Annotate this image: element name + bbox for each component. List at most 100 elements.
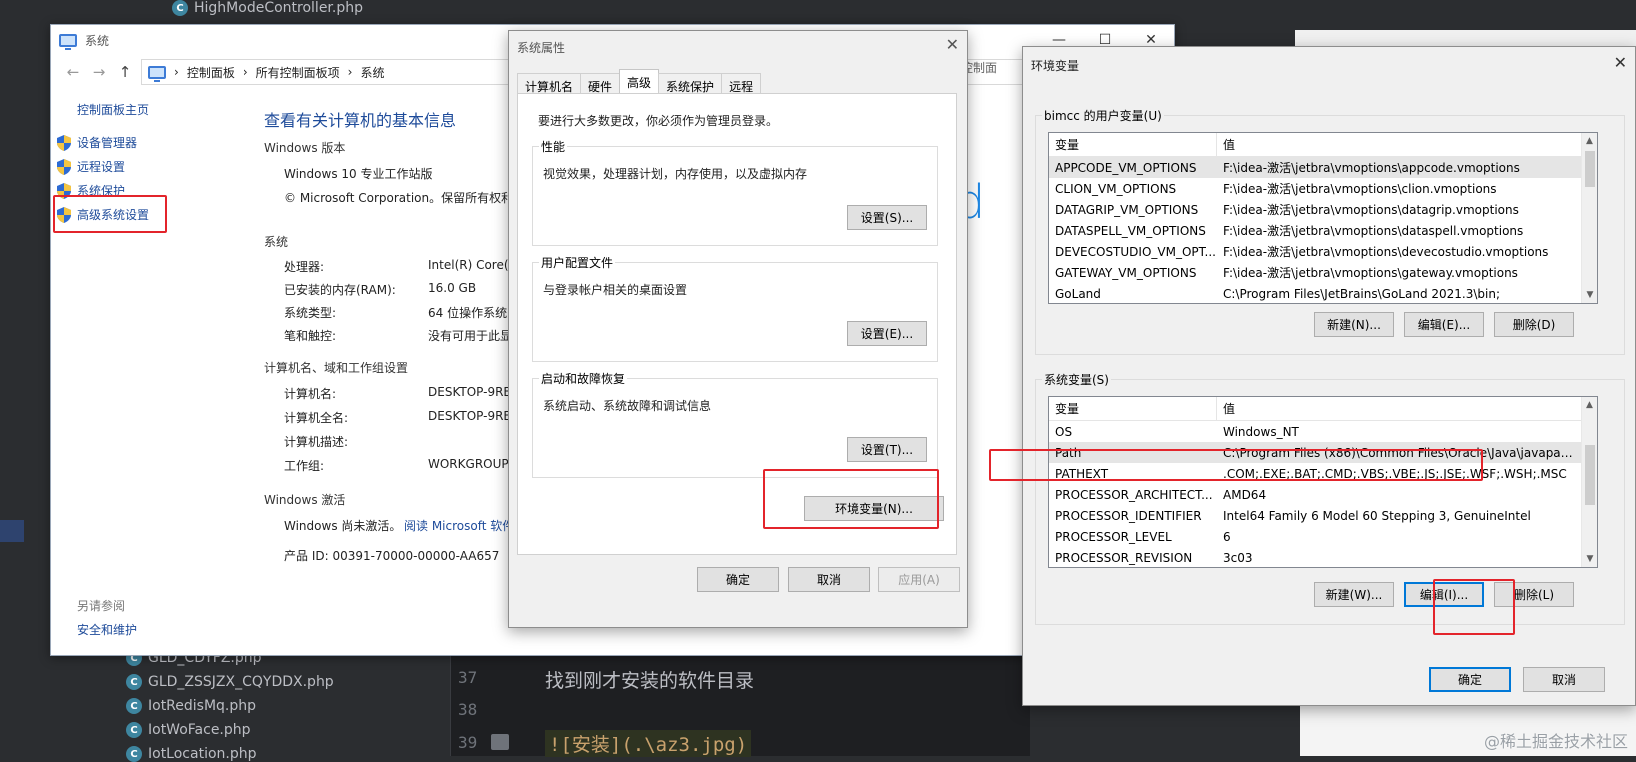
forward-icon[interactable]: → [89,63,109,81]
var-value: .COM;.EXE;.BAT;.CMD;.VBS;.VBE;.JS;.JSE;.… [1223,466,1567,481]
scroll-up-icon[interactable]: ▲ [1582,397,1597,413]
list-item[interactable]: APPCODE_VM_OPTIONS F:\idea-激活\jetbra\vmop… [1049,157,1597,178]
list-item[interactable]: PROCESSOR_REVISION 3c03 [1049,547,1597,567]
list-item[interactable]: PROCESSOR_IDENTIFIER Intel64 Family 6 Mod… [1049,505,1597,526]
close-icon[interactable]: ✕ [1614,53,1627,72]
chevron-right-icon[interactable]: › [348,65,353,79]
user-edit-button[interactable]: 编辑(E)... [1404,312,1484,337]
var-value: Windows_NT [1223,424,1299,439]
column-header-variable[interactable]: 变量 [1049,133,1217,156]
group-description: 与登录帐户相关的桌面设置 [543,283,688,297]
computer-icon [148,65,166,82]
license-terms-link[interactable]: 阅读 Microsoft 软件 [404,517,514,534]
list-item-path[interactable]: Path C:\Program Files (x86)\Common Files\… [1049,442,1597,463]
performance-group: 性能 视觉效果，处理器计划，内存使用，以及虚拟内存 设置(S)... [532,138,938,246]
var-name: PROCESSOR_IDENTIFIER [1055,508,1202,523]
vertical-scrollbar[interactable]: ▲ ▼ [1581,397,1597,567]
chevron-right-icon[interactable]: › [243,65,248,79]
sidebar-item-label: 高级系统设置 [77,208,150,222]
column-header-value[interactable]: 值 [1217,133,1235,156]
list-item[interactable]: OS Windows_NT [1049,421,1597,442]
breadcrumb-item[interactable]: 系统 [360,64,384,81]
info-value: WORKGROUP [428,457,509,471]
system-delete-button[interactable]: 删除(L) [1494,582,1574,607]
startup-settings-button[interactable]: 设置(T)... [847,437,927,462]
list-item[interactable]: PATHEXT .COM;.EXE;.BAT;.CMD;.VBS;.VBE;.JS… [1049,463,1597,484]
group-legend: 启动和故障恢复 [539,370,628,387]
tab-hardware[interactable]: 硬件 [580,73,621,95]
env-cancel-button[interactable]: 取消 [1523,667,1605,692]
system-variables-list[interactable]: 变量 值 OS Windows_NT Path C:\Program Files (… [1048,396,1598,568]
scroll-up-icon[interactable]: ▲ [1582,133,1597,149]
list-item[interactable]: PROCESSOR_LEVEL 6 [1049,526,1597,547]
profiles-settings-button[interactable]: 设置(E)... [847,321,927,346]
var-value: 6 [1223,529,1231,544]
image-preview-icon[interactable] [491,734,509,750]
back-icon[interactable]: ← [63,63,83,81]
line-number: 38 [458,700,478,719]
user-delete-button[interactable]: 删除(D) [1494,312,1574,337]
scroll-down-icon[interactable]: ▼ [1582,551,1597,567]
breadcrumb-item[interactable]: 所有控制面板项 [256,64,340,81]
var-value: F:\idea-激活\jetbra\vmoptions\clion.vmopti… [1223,182,1497,196]
php-class-icon: C [126,674,142,690]
env-ok-button[interactable]: 确定 [1429,667,1511,692]
info-key: 处理器: [284,260,325,274]
list-item[interactable]: PROCESSOR_ARCHITECT... AMD64 [1049,484,1597,505]
see-also-label: 另请参阅 [77,599,126,613]
list-item[interactable]: DATAGRIP_VM_OPTIONS F:\idea-激活\jetbra\vmo… [1049,199,1597,220]
var-value: F:\idea-激活\jetbra\vmoptions\dataspell.vm… [1223,224,1524,238]
tab-computer-name[interactable]: 计算机名 [517,73,582,95]
var-name: Path [1055,445,1082,460]
group-legend: 系统变量(S) [1042,371,1111,388]
list-item[interactable]: GATEWAY_VM_OPTIONS F:\idea-激活\jetbra\vmop… [1049,262,1597,283]
list-header: 变量 值 [1049,397,1597,421]
info-key: 已安装的内存(RAM): [284,283,396,297]
performance-settings-button[interactable]: 设置(S)... [847,205,927,230]
tree-file-item[interactable]: C IotLocation.php [126,746,257,762]
sidebar-item-device-manager[interactable]: 设备管理器 [57,134,137,151]
system-properties-dialog: 系统属性 ✕ 计算机名 硬件 高级 系统保护 远程 要进行大多数更改，你必须作为… [508,30,968,628]
cancel-button[interactable]: 取消 [788,567,870,592]
window-title: 系统 [85,33,110,48]
environment-variables-button[interactable]: 环境变量(N)... [804,496,944,521]
breadcrumb-item[interactable]: 控制面板 [187,64,235,81]
column-header-value[interactable]: 值 [1217,397,1235,420]
scroll-thumb[interactable] [1585,151,1595,187]
close-icon[interactable]: ✕ [946,35,959,54]
up-icon[interactable]: ↑ [115,63,135,81]
ok-button[interactable]: 确定 [697,567,779,592]
scroll-down-icon[interactable]: ▼ [1582,287,1597,303]
tab-advanced[interactable]: 高级 [619,69,660,95]
var-value: AMD64 [1223,487,1267,502]
user-variables-group: bimcc 的用户变量(U) 变量 值 APPCODE_VM_OPTIONS F:… [1035,107,1625,355]
tree-file-item[interactable]: C IotRedisMq.php [126,698,256,714]
tree-file-item[interactable]: C GLD_ZSSJZX_CQYDDX.php [126,674,334,690]
tree-file-item[interactable]: C IotWoFace.php [126,722,251,738]
sidebar-home-link[interactable]: 控制面板主页 [77,101,149,118]
sidebar-item-remote-settings[interactable]: 远程设置 [57,158,125,175]
system-new-button[interactable]: 新建(W)... [1314,582,1394,607]
list-item[interactable]: DATASPELL_VM_OPTIONS F:\idea-激活\jetbra\vm… [1049,220,1597,241]
sidebar-item-advanced-settings[interactable]: 高级系统设置 [57,206,149,223]
tab-remote[interactable]: 远程 [721,73,762,95]
tab-system-protection[interactable]: 系统保护 [658,73,723,95]
vertical-scrollbar[interactable]: ▲ ▼ [1581,133,1597,303]
apply-button[interactable]: 应用(A) [878,567,960,592]
list-item[interactable]: DEVECOSTUDIO_VM_OPT... F:\idea-激活\jetbra\… [1049,241,1597,262]
code-line: 找到刚才安装的软件目录 [545,670,755,692]
sidebar-item-system-protection[interactable]: 系统保护 [57,182,125,199]
column-header-variable[interactable]: 变量 [1049,397,1217,420]
group-description: 视觉效果，处理器计划，内存使用，以及虚拟内存 [543,167,808,181]
security-maintenance-link[interactable]: 安全和维护 [77,621,137,638]
tree-file-item[interactable]: C HighModeController.php [172,0,363,16]
user-variables-list[interactable]: 变量 值 APPCODE_VM_OPTIONS F:\idea-激活\jetbra… [1048,132,1598,304]
user-new-button[interactable]: 新建(N)... [1314,312,1394,337]
scroll-thumb[interactable] [1585,445,1595,505]
list-item[interactable]: GoLand C:\Program Files\JetBrains\GoLand … [1049,283,1597,303]
system-edit-button[interactable]: 编辑(I)... [1404,582,1484,607]
chevron-right-icon[interactable]: › [174,65,179,79]
line-number: 37 [458,668,478,687]
startup-recovery-group: 启动和故障恢复 系统启动、系统故障和调试信息 设置(T)... [532,370,938,478]
list-item[interactable]: CLION_VM_OPTIONS F:\idea-激活\jetbra\vmopti… [1049,178,1597,199]
